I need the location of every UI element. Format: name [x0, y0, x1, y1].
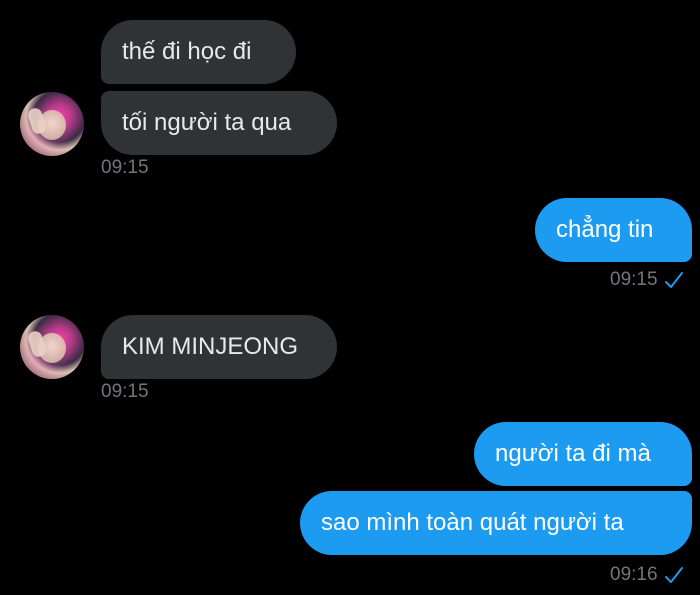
outgoing-message[interactable]: sao mình toàn quát người ta	[300, 491, 692, 555]
message-text: tối người ta qua	[122, 109, 292, 136]
message-text: người ta đi mà	[495, 440, 651, 467]
check-icon	[664, 567, 683, 583]
timestamp-text: 09:15	[610, 269, 658, 290]
outgoing-message[interactable]: người ta đi mà	[474, 422, 692, 486]
message-text: KIM MINJEONG	[122, 333, 299, 360]
message-timestamp: 09:15	[101, 381, 149, 403]
incoming-message[interactable]: thế đi học đi	[101, 20, 296, 84]
sender-avatar[interactable]	[20, 92, 84, 156]
outgoing-message[interactable]: chẳng tin	[535, 198, 692, 262]
message-text: sao mình toàn quát người ta	[321, 509, 624, 536]
message-timestamp: 09:16	[610, 564, 684, 586]
sender-avatar[interactable]	[20, 315, 84, 379]
message-text: chẳng tin	[556, 216, 654, 243]
check-icon	[664, 272, 683, 288]
timestamp-text: 09:15	[101, 381, 149, 402]
message-timestamp: 09:15	[610, 269, 684, 291]
incoming-message[interactable]: tối người ta qua	[101, 91, 337, 155]
message-text: thế đi học đi	[122, 38, 252, 65]
incoming-message[interactable]: KIM MINJEONG	[101, 315, 337, 379]
message-thread[interactable]: thế đi học đi tối người ta qua 09:15 chẳ…	[0, 0, 700, 595]
message-timestamp: 09:15	[101, 157, 149, 179]
timestamp-text: 09:16	[610, 564, 658, 585]
timestamp-text: 09:15	[101, 157, 149, 178]
